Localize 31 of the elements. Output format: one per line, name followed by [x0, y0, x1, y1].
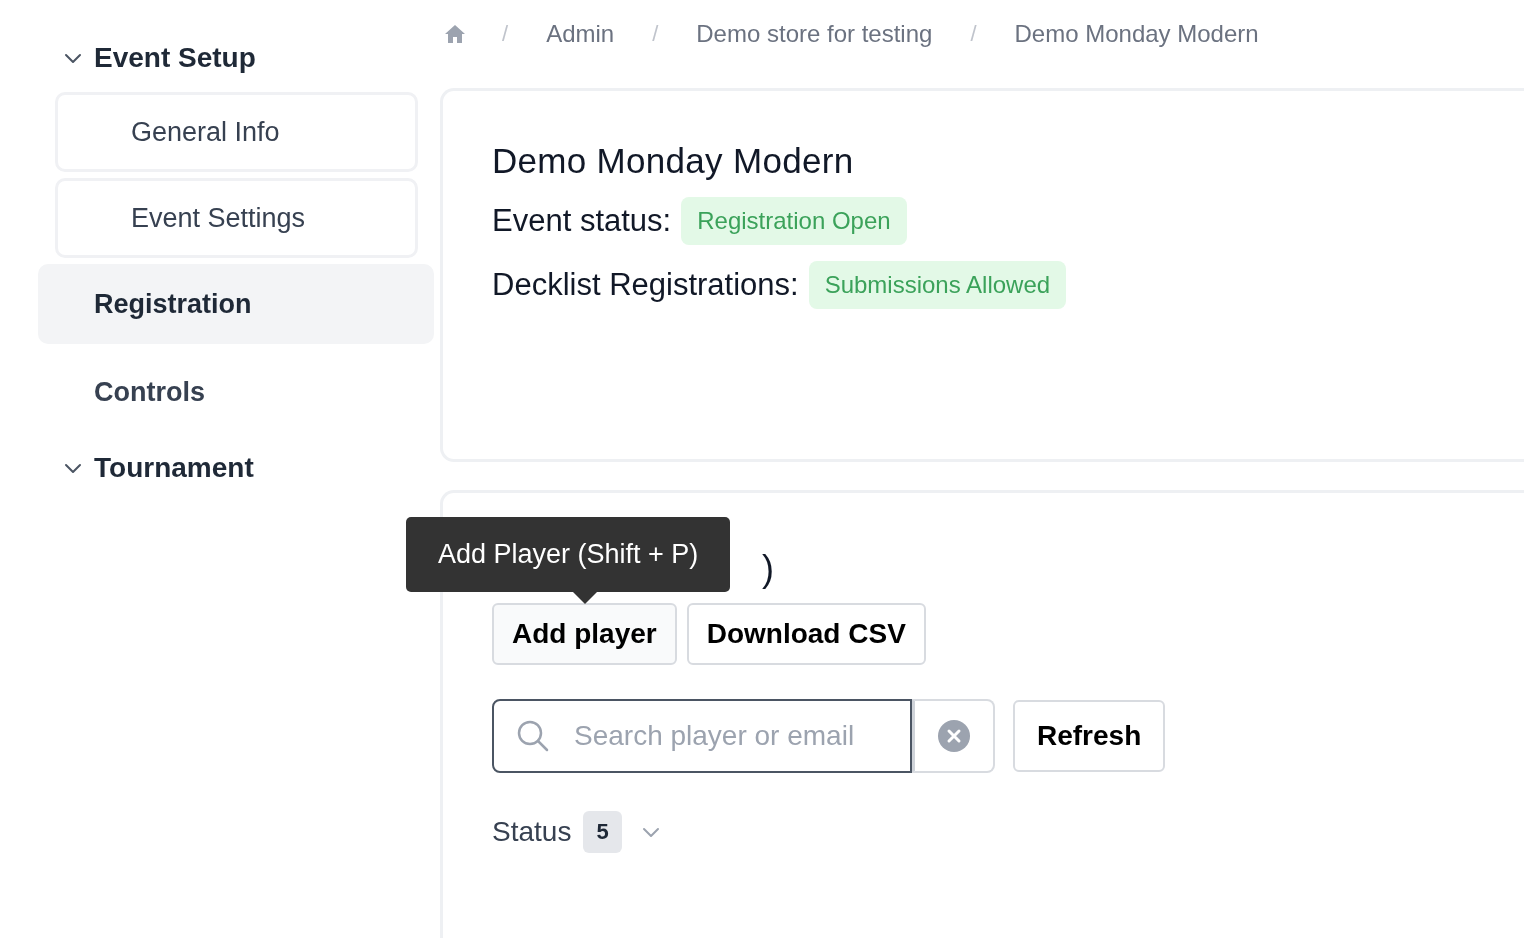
group-label: Event Setup — [94, 42, 256, 74]
breadcrumb-separator: / — [970, 21, 977, 47]
sidebar-group[interactable]: Tournament — [38, 440, 434, 496]
clear-button[interactable] — [912, 699, 995, 773]
clear-icon — [937, 719, 971, 753]
breadcrumb-link[interactable]: Demo Monday Modern — [1014, 20, 1259, 48]
breadcrumb-link[interactable]: Admin — [546, 20, 615, 48]
search-field[interactable]: Search player or email — [492, 699, 912, 773]
sidebar-item[interactable]: General Info — [55, 92, 418, 172]
home-icon — [444, 24, 466, 44]
status-filter[interactable]: Status 5 — [492, 811, 662, 853]
search-icon — [516, 719, 550, 753]
action-button[interactable]: Download CSV — [686, 603, 926, 665]
sidebar-group[interactable]: Event Setup — [38, 30, 434, 86]
field-label: Event status: — [492, 203, 672, 239]
breadcrumb-separator: / — [652, 21, 659, 47]
group-label: Tournament — [94, 452, 254, 484]
tooltip: Add Player (Shift + P) — [406, 517, 731, 592]
status-badge: Submissions Allowed — [808, 261, 1067, 309]
event-title: Demo Monday Modern — [492, 141, 855, 181]
field-label: Decklist Registrations: — [492, 267, 799, 303]
action-button[interactable]: Add player — [492, 603, 677, 665]
status-badge: Registration Open — [681, 197, 907, 245]
tooltip-pointer-icon — [573, 592, 597, 604]
breadcrumb-link[interactable]: Demo store for testing — [696, 20, 933, 48]
breadcrumb-separator: / — [502, 21, 509, 47]
section-title: ) — [762, 547, 774, 591]
count-badge: 5 — [583, 811, 622, 853]
sidebar-item[interactable]: Registration — [38, 264, 434, 344]
refresh-button[interactable]: Refresh — [1013, 700, 1166, 772]
sidebar-item[interactable]: Event Settings — [55, 178, 418, 258]
